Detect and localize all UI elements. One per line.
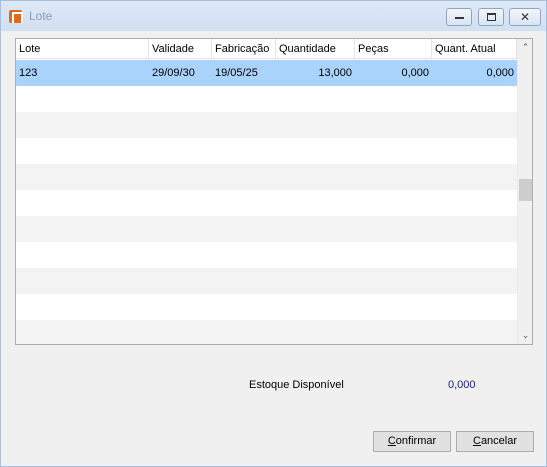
vertical-scrollbar[interactable]: ⌃ ⌄ <box>517 39 532 344</box>
title-bar[interactable]: Lote ✕ <box>1 1 546 31</box>
column-header-quantidade[interactable]: Quantidade <box>276 39 355 59</box>
empty-row[interactable] <box>16 138 517 164</box>
column-header-lote[interactable]: Lote <box>16 39 149 59</box>
scroll-up-icon[interactable]: ⌃ <box>518 40 532 54</box>
minimize-icon <box>455 17 464 19</box>
close-button[interactable]: ✕ <box>509 8 541 26</box>
empty-row[interactable] <box>16 294 517 320</box>
empty-row[interactable] <box>16 320 517 344</box>
maximize-button[interactable] <box>478 8 504 26</box>
column-header-validade[interactable]: Validade <box>149 39 212 59</box>
cell-fabricacao: 19/05/25 <box>215 67 258 79</box>
cell-pecas: 0,000 <box>401 67 429 79</box>
empty-row[interactable] <box>16 268 517 294</box>
table-row[interactable]: 123 29/09/30 19/05/25 13,000 0,000 0,000 <box>16 60 517 86</box>
confirm-label: onfirmar <box>395 435 437 447</box>
scroll-thumb[interactable] <box>519 179 532 201</box>
empty-row[interactable] <box>16 190 517 216</box>
column-header-pecas[interactable]: Peças <box>355 39 432 59</box>
close-icon: ✕ <box>519 10 531 24</box>
empty-row[interactable] <box>16 112 517 138</box>
confirm-mnemonic: C <box>387 435 396 447</box>
cell-validade: 29/09/30 <box>152 67 195 79</box>
cancel-label: ancelar <box>480 435 518 447</box>
cell-quantidade: 13,000 <box>318 67 352 79</box>
column-header-quant-atual[interactable]: Quant. Atual <box>432 39 517 59</box>
scroll-down-icon[interactable]: ⌄ <box>518 328 532 342</box>
grid-header: Lote Validade Fabricação Quantidade Peça… <box>16 39 517 59</box>
cell-lote: 123 <box>19 67 38 79</box>
column-header-fabricacao[interactable]: Fabricação <box>212 39 276 59</box>
app-icon <box>9 10 23 23</box>
empty-row[interactable] <box>16 242 517 268</box>
stock-available-label: Estoque Disponível <box>249 379 344 391</box>
maximize-icon <box>487 13 496 21</box>
cancel-button[interactable]: Cancelar <box>456 431 534 452</box>
empty-row[interactable] <box>16 164 517 190</box>
window-title: Lote <box>29 9 53 23</box>
empty-row[interactable] <box>16 86 517 112</box>
lote-window: Lote ✕ Lote Validade Fabricação Quantida… <box>0 0 547 467</box>
empty-row[interactable] <box>16 216 517 242</box>
confirm-button[interactable]: Confirmar <box>373 431 451 452</box>
stock-available-value: 0,000 <box>448 379 476 391</box>
lot-grid[interactable]: Lote Validade Fabricação Quantidade Peça… <box>15 38 533 345</box>
cell-quant-atual: 0,000 <box>486 67 514 79</box>
minimize-button[interactable] <box>446 8 472 26</box>
cancel-mnemonic: C <box>472 435 481 447</box>
